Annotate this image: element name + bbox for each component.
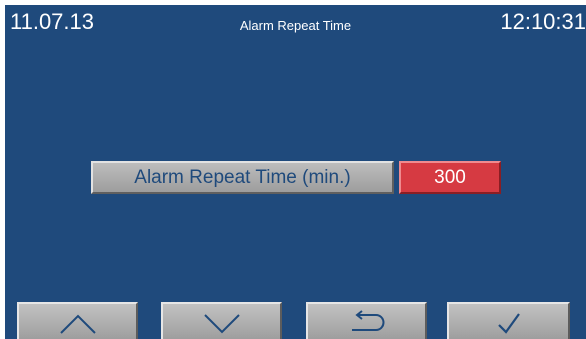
page-title: Alarm Repeat Time [239, 18, 352, 33]
chevron-up-icon [59, 314, 96, 334]
chevron-down-icon [203, 314, 240, 334]
confirm-button[interactable] [447, 302, 570, 339]
alarm-repeat-time-label-button[interactable]: Alarm Repeat Time (min.) [91, 161, 394, 194]
scroll-up-button[interactable] [17, 302, 138, 339]
scroll-down-button[interactable] [161, 302, 282, 339]
hmi-screen: 11.07.13 Alarm Repeat Time 12:10:31 Alar… [5, 5, 586, 339]
return-icon [351, 310, 384, 331]
time-display: 12:10:31 [500, 9, 586, 34]
checkmark-icon [497, 313, 520, 334]
alarm-repeat-time-value-field[interactable]: 300 [399, 161, 501, 194]
back-button[interactable] [306, 302, 427, 339]
